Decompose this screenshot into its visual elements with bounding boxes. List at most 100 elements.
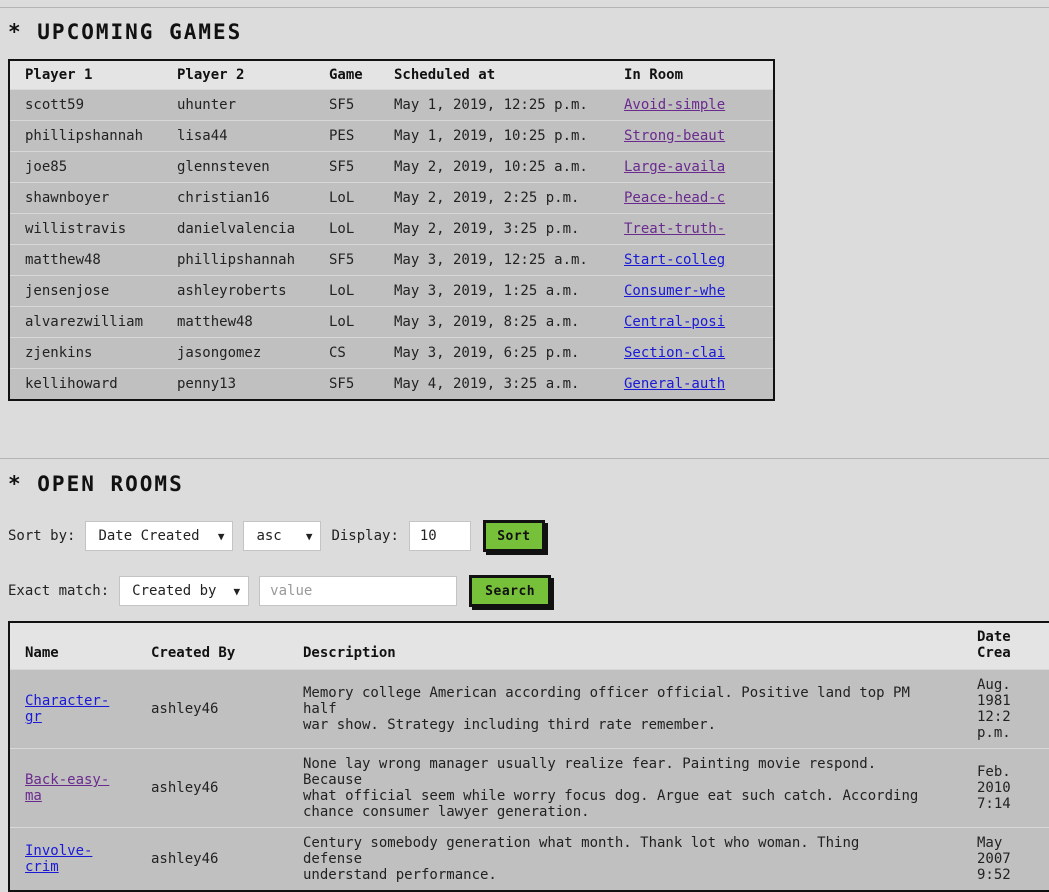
player2-cell: penny13 <box>162 368 314 400</box>
date-line: Aug. <box>977 677 1011 693</box>
game-cell: SF5 <box>314 368 379 400</box>
description-line: chance consumer lawyer generation. <box>303 804 590 820</box>
display-count-input[interactable]: 10 <box>408 521 471 551</box>
room-name-cell: Character-gr <box>9 669 136 749</box>
sort-controls: Sort by: Date Created ▼ asc ▼ Display: 1… <box>8 520 545 552</box>
sort-field-select[interactable]: Date Created ▼ <box>85 521 234 551</box>
room-cell: Start-colleg <box>609 244 774 276</box>
room-link[interactable]: General-auth <box>624 376 725 392</box>
player1-cell: shawnboyer <box>9 182 162 214</box>
table-row: Character-gr ashley46 Memory college Ameri… <box>9 669 1049 749</box>
date-created-cell: Aug. 1981 12:2 p.m. <box>962 669 1049 749</box>
room-link[interactable]: Large-availa <box>624 159 725 175</box>
sort-order-select[interactable]: asc ▼ <box>243 521 322 551</box>
room-link[interactable]: Start-colleg <box>624 252 725 268</box>
date-line: May <box>977 835 1003 851</box>
sort-button[interactable]: Sort <box>482 520 545 552</box>
room-link[interactable]: Treat-truth- <box>624 221 725 237</box>
room-name-link[interactable]: Character-gr <box>25 693 109 725</box>
room-name-link[interactable]: Back-easy-ma <box>25 772 109 804</box>
scheduled-cell: May 1, 2019, 10:25 p.m. <box>379 120 609 152</box>
sort-field-value: Date Created <box>98 528 200 544</box>
room-cell: Strong-beaut <box>609 120 774 152</box>
room-cell: General-auth <box>609 368 774 400</box>
table-row: scott59 uhunter SF5 May 1, 2019, 12:25 p.m.… <box>9 89 774 121</box>
open-rooms-table: Name Created By Description Date Crea Ch… <box>8 621 1049 892</box>
description-cell: Memory college American according office… <box>288 669 962 749</box>
match-field-select[interactable]: Created by ▼ <box>119 576 250 606</box>
game-cell: PES <box>314 120 379 152</box>
table-row: Involve-crim ashley46 Century somebody gen… <box>9 827 1049 891</box>
scheduled-cell: May 3, 2019, 1:25 a.m. <box>379 275 609 307</box>
table-row: jensenjose ashleyroberts LoL May 3, 2019, 1… <box>9 275 774 307</box>
display-count-value: 10 <box>419 528 437 544</box>
scheduled-cell: May 3, 2019, 8:25 a.m. <box>379 306 609 338</box>
room-cell: Avoid-simple <box>609 89 774 121</box>
player2-cell: lisa44 <box>162 120 314 152</box>
room-cell: Peace-head-c <box>609 182 774 214</box>
table-row: kellihoward penny13 SF5 May 4, 2019, 3:25 a… <box>9 368 774 400</box>
description-line: understand performance. <box>303 867 497 883</box>
exact-match-label: Exact match: <box>8 583 110 599</box>
table-header-row: Player 1 Player 2 Game Scheduled at In R… <box>9 60 774 90</box>
sort-order-value: asc <box>256 528 282 544</box>
room-name-line: Back-easy- <box>25 772 110 788</box>
room-name-line: ma <box>25 788 42 804</box>
player1-cell: alvarezwilliam <box>9 306 162 338</box>
game-cell: CS <box>314 337 379 369</box>
column-header-room: In Room <box>609 60 774 90</box>
player2-cell: phillipshannah <box>162 244 314 276</box>
player1-cell: phillipshannah <box>9 120 162 152</box>
room-name-line: Involve- <box>25 843 93 859</box>
chevron-down-icon: ▼ <box>233 585 241 598</box>
search-button[interactable]: Search <box>469 575 552 607</box>
player2-cell: matthew48 <box>162 306 314 338</box>
open-rooms-heading: * OPEN ROOMS <box>8 472 184 496</box>
scheduled-cell: May 4, 2019, 3:25 a.m. <box>379 368 609 400</box>
column-header-game: Game <box>314 60 379 90</box>
game-cell: LoL <box>314 275 379 307</box>
table-row: willistravis danielvalencia LoL May 2, 2019… <box>9 213 774 245</box>
table-row: zjenkins jasongomez CS May 3, 2019, 6:25 p.… <box>9 337 774 369</box>
column-header-player2: Player 2 <box>162 60 314 90</box>
room-link[interactable]: Consumer-whe <box>624 283 725 299</box>
room-cell: Treat-truth- <box>609 213 774 245</box>
column-header-date-created: Date Crea <box>962 622 1049 670</box>
room-link[interactable]: Strong-beaut <box>624 128 725 144</box>
game-cell: SF5 <box>314 89 379 121</box>
room-link[interactable]: Central-posi <box>624 314 725 330</box>
column-header-name: Name <box>9 622 136 670</box>
player1-cell: joe85 <box>9 151 162 183</box>
column-header-player1: Player 1 <box>9 60 162 90</box>
date-line: 12:2 <box>977 709 1011 725</box>
table-row: Back-easy-ma ashley46 None lay wrong manag… <box>9 748 1049 828</box>
description-line: war show. Strategy including third rate … <box>303 717 717 733</box>
date-line: 7:14 <box>977 796 1011 812</box>
room-name-line: Character- <box>25 693 110 709</box>
player1-cell: kellihoward <box>9 368 162 400</box>
room-name-line: crim <box>25 859 59 875</box>
room-link[interactable]: Peace-head-c <box>624 190 725 206</box>
room-name-link[interactable]: Involve-crim <box>25 843 92 875</box>
match-value-input[interactable]: value <box>259 576 458 606</box>
player1-cell: matthew48 <box>9 244 162 276</box>
description-cell: None lay wrong manager usually realize f… <box>288 748 962 828</box>
player2-cell: glennsteven <box>162 151 314 183</box>
date-line: Feb. <box>977 764 1011 780</box>
top-divider <box>0 7 1049 8</box>
sort-button-label: Sort <box>497 528 531 544</box>
date-header-line2: Crea <box>977 645 1011 661</box>
scheduled-cell: May 2, 2019, 10:25 a.m. <box>379 151 609 183</box>
room-link[interactable]: Avoid-simple <box>624 97 725 113</box>
scheduled-cell: May 3, 2019, 6:25 p.m. <box>379 337 609 369</box>
column-header-description: Description <box>288 622 962 670</box>
display-label: Display: <box>331 528 399 544</box>
date-header-line1: Date <box>977 629 1011 645</box>
date-line: 2007 <box>977 851 1011 867</box>
player1-cell: jensenjose <box>9 275 162 307</box>
room-link[interactable]: Section-clai <box>624 345 725 361</box>
table-row: alvarezwilliam matthew48 LoL May 3, 2019, 8… <box>9 306 774 338</box>
description-line: what official seem while worry focus dog… <box>303 788 919 804</box>
scheduled-cell: May 3, 2019, 12:25 a.m. <box>379 244 609 276</box>
player2-cell: danielvalencia <box>162 213 314 245</box>
